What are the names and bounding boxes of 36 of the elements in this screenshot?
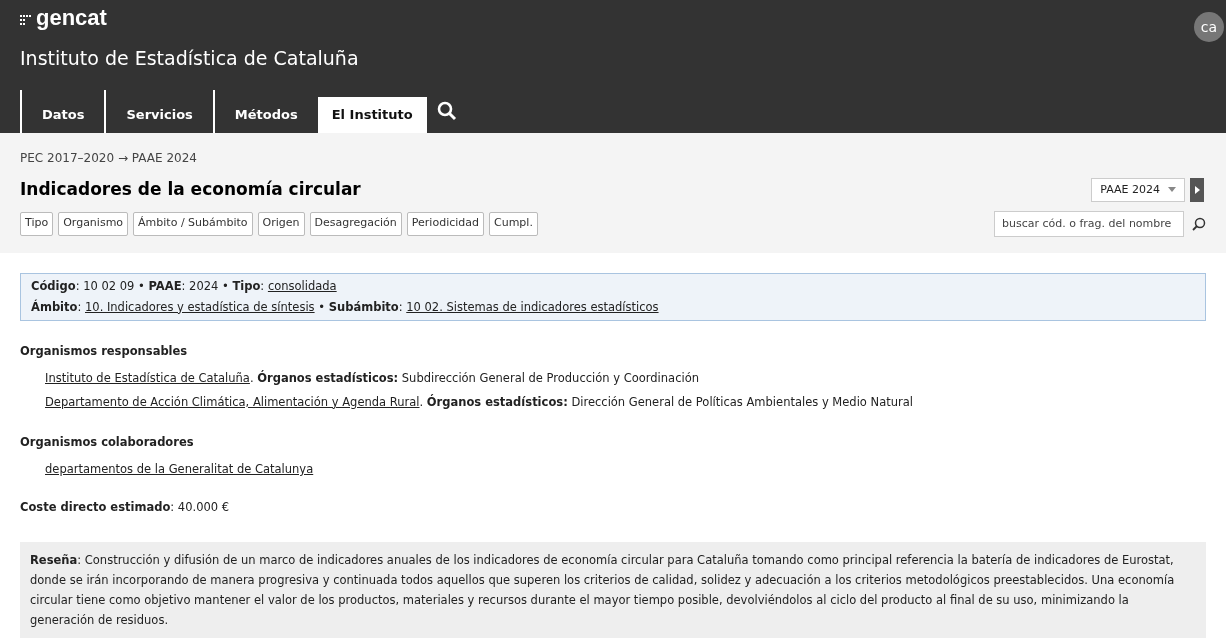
page-title: Indicadores de la economía circular <box>20 178 361 201</box>
section-heading: Organismos responsables <box>20 342 189 360</box>
logo-icon <box>20 14 32 26</box>
filter-button[interactable]: Periodicidad <box>406 211 484 236</box>
info-text: Ámbito: <box>31 299 83 314</box>
language-button[interactable]: ca <box>1194 12 1224 42</box>
search-icon[interactable] <box>436 101 457 121</box>
organism-link[interactable]: Instituto de Estadística de Cataluña <box>45 370 250 385</box>
info-text: Código: 10 02 09 • PAAE: 2024 • Tipo: <box>31 278 266 293</box>
search-icon[interactable] <box>1192 216 1206 231</box>
info-link[interactable]: consolidada <box>267 278 337 293</box>
filter-button[interactable]: Ámbito / Subámbito <box>133 211 253 236</box>
nav-tab[interactable]: El Instituto <box>317 97 427 133</box>
site-title[interactable]: Instituto de Estadística de Cataluña <box>20 46 1206 70</box>
organism-link[interactable]: departamentos de la Generalitat de Catalunya <box>45 462 314 476</box>
info-link[interactable]: 10. Indicadores y estadística de síntesis <box>85 299 315 314</box>
info-link[interactable]: 10 02. Sistemas de indicadores estadísticos <box>406 299 659 314</box>
section-heading: Organismos colaboradores <box>20 433 195 451</box>
info-text: • Subámbito: <box>317 299 404 314</box>
breadcrumb: PEC 2017–2020 → PAAE 2024 <box>20 150 198 167</box>
plan-select[interactable]: PAAE 2024 <box>1091 177 1185 202</box>
filter-button[interactable]: Tipo <box>20 211 54 236</box>
filter-button[interactable]: Desagregación <box>309 211 402 236</box>
search-field[interactable]: buscar cód. o frag. del nombre <box>994 210 1184 237</box>
organism-text: Departamento de Acción Climática, Alimentación y Agenda Rural. Órganos estadísticos: Dirección General de Políticas Ambientales y Medio Natural <box>44 393 914 411</box>
filter-button[interactable]: Origen <box>257 211 305 236</box>
filter-button[interactable]: Cumpl. <box>489 211 538 236</box>
play-icon <box>1194 185 1200 194</box>
logo-text[interactable]: gencat <box>36 4 107 32</box>
organism-text: Instituto de Estadística de Cataluña. Órganos estadísticos: Subdirección General de Producción y Coordinación <box>44 369 700 387</box>
cost-text: Coste directo estimado: 40.000 € <box>20 499 231 516</box>
caret-icon <box>1168 187 1176 193</box>
summary-text: Reseña: Construcción y difusión de un marco de indicadores anuales de los indicadores de economía circular para Cataluña tomando como principal referencia la batería de indicadores de Eurostat, donde se irán incorporando de manera progresiva y continuada todos aquellos que superen los criterios de calidad, solidez y adecuación a los criterios metodológicos preestablecidos. Una economía circular tiene como objetivo mantener el valor de los productos, materiales y recursos durante el mayor tiempo posible, devolviéndolos al ciclo del producto al final de su uso, minimizando la generación de residuos. <box>20 542 1206 639</box>
organism-link[interactable]: Departamento de Acción Climática, Alimentación y Agenda Rural <box>45 394 420 409</box>
go-button[interactable] <box>1190 177 1204 202</box>
filter-button[interactable]: Organismo <box>58 211 129 236</box>
